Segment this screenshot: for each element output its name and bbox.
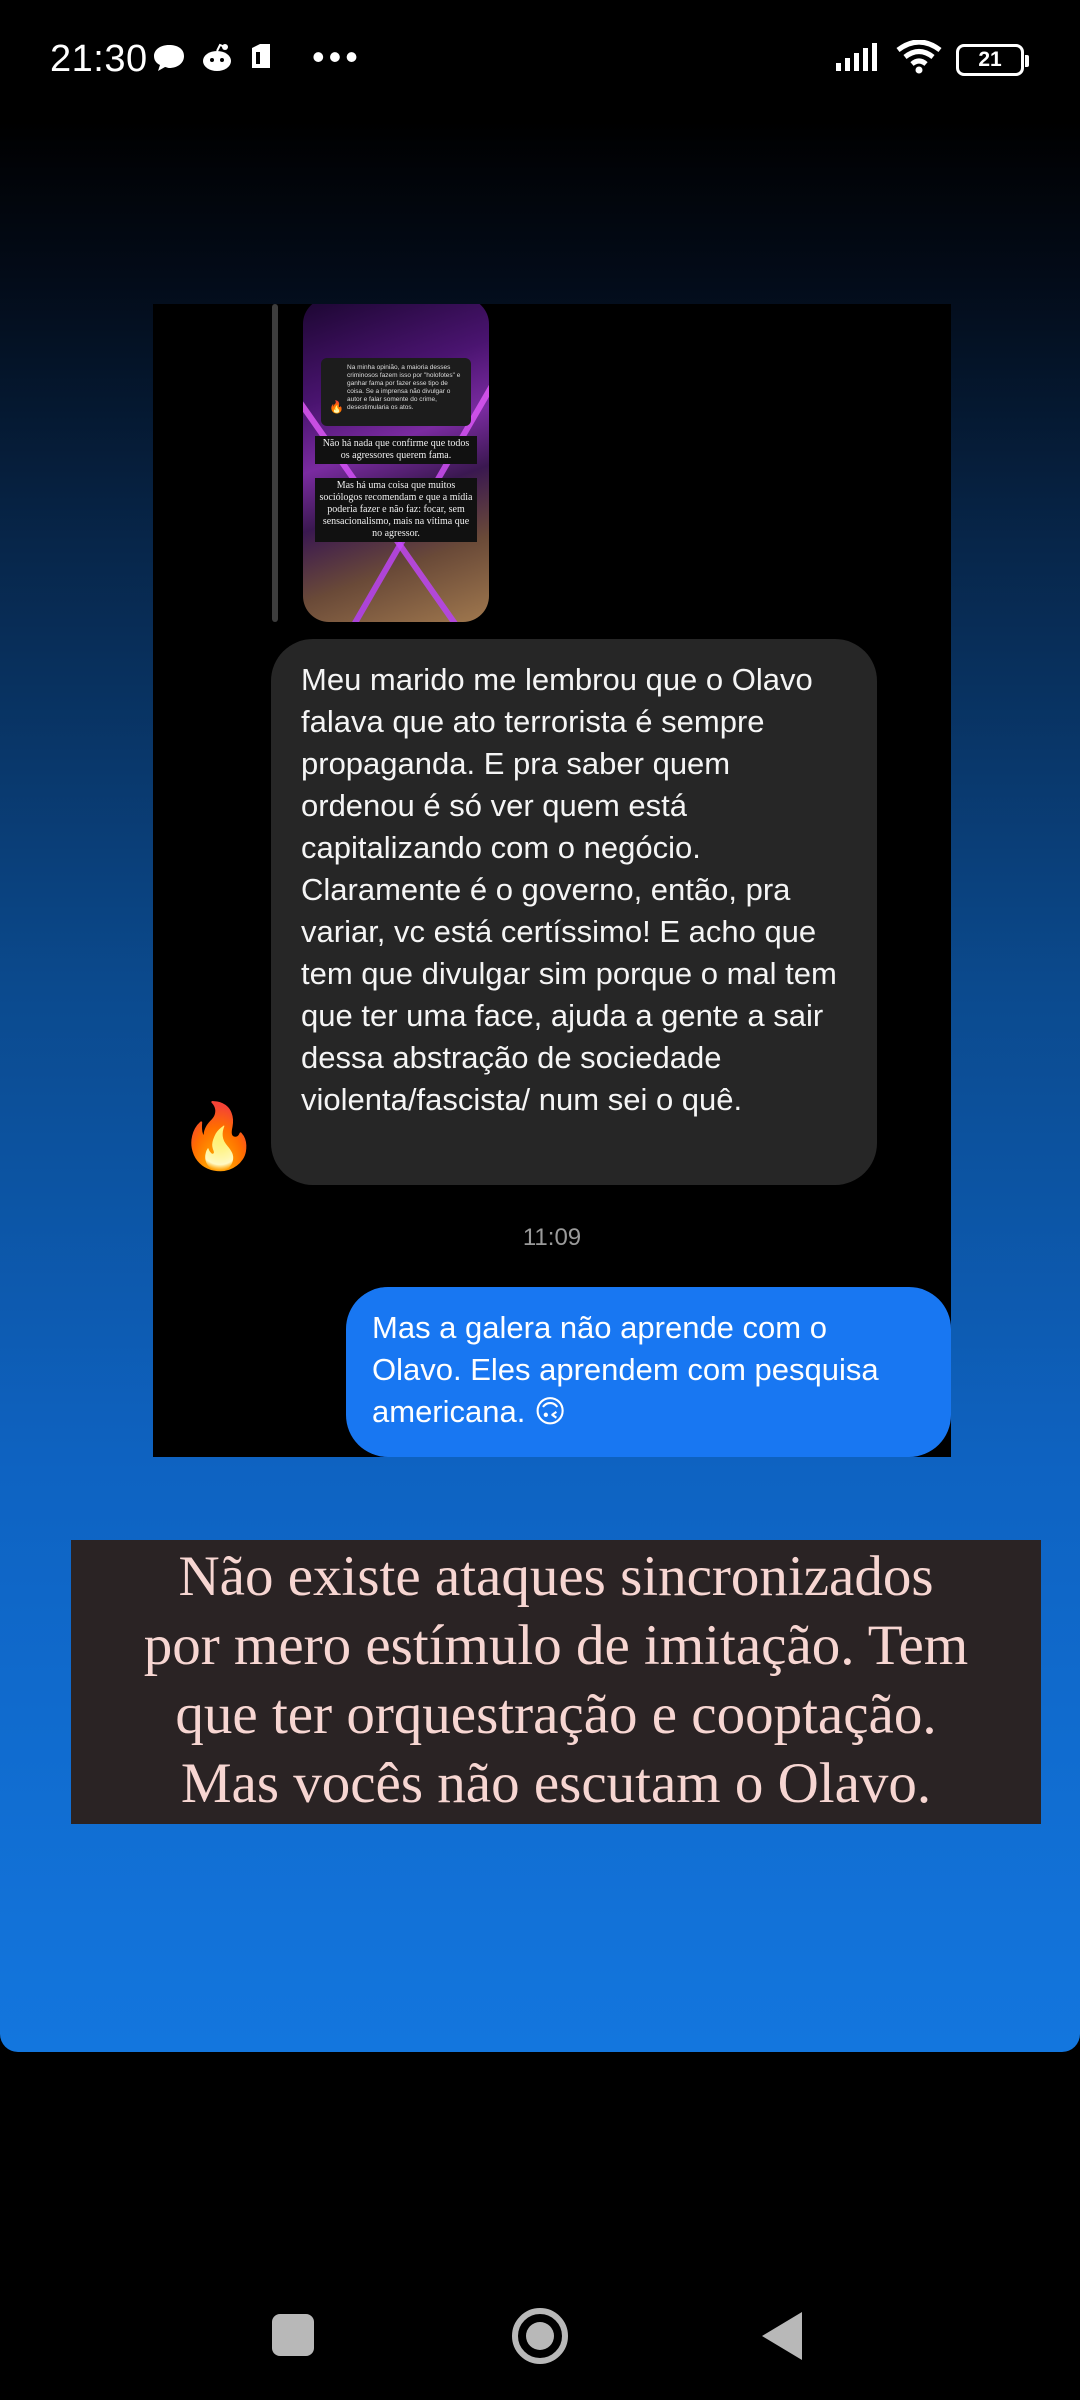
sim-card-icon xyxy=(248,42,274,79)
wifi-icon xyxy=(896,39,942,79)
caption-line: Não existe ataques sincronizados xyxy=(178,1545,934,1608)
message-timestamp: 11:09 xyxy=(522,1224,582,1251)
thumbnail-comment-card: 🔥 Na minha opinião, a maioria desses cri… xyxy=(321,358,471,426)
recents-button[interactable] xyxy=(272,2314,314,2356)
avatar[interactable]: 🔥 xyxy=(179,1104,259,1168)
story-reply-thumbnail[interactable]: 🔥 Na minha opinião, a maioria desses cri… xyxy=(303,304,489,622)
reddit-icon xyxy=(200,42,234,79)
caption-line: por mero estímulo de imitação. Tem xyxy=(143,1614,969,1677)
navigation-bar xyxy=(0,2280,1080,2400)
caption-line: que ter orquestração e cooptação. xyxy=(175,1683,937,1746)
status-bar: 21:30 ••• 21 xyxy=(0,0,1080,120)
battery-level: 21 xyxy=(978,47,1002,71)
more-notifications-icon: ••• xyxy=(312,36,362,77)
thumbnail-caption-1: Não há nada que confirme que todos os ag… xyxy=(315,436,477,464)
sent-message-bubble: Mas a galera não aprende com o Olavo. El… xyxy=(346,1287,951,1457)
thumbnail-caption-2: Mas há uma coisa que muitos sociólogos r… xyxy=(315,478,477,542)
reply-thread-line xyxy=(272,304,278,622)
chat-bubble-icon xyxy=(152,42,186,79)
caption-line: Mas vocês não escutam o Olavo. xyxy=(180,1752,932,1815)
system-status: 21 xyxy=(834,39,1029,79)
received-message-bubble: Meu marido me lembrou que o Olavo falava… xyxy=(271,639,877,1185)
clock: 21:30 xyxy=(50,38,148,80)
thumbnail-comment: Na minha opinião, a maioria desses crimi… xyxy=(347,364,461,411)
fire-emoji-icon: 🔥 xyxy=(329,400,344,414)
back-button[interactable] xyxy=(762,2312,802,2360)
story-caption: Não existe ataques sincronizados por mer… xyxy=(71,1540,1041,1824)
home-button[interactable] xyxy=(512,2308,568,2364)
chat-screenshot: 🔥 Na minha opinião, a maioria desses cri… xyxy=(153,304,951,1457)
signal-bars-icon xyxy=(834,41,882,78)
notification-icons xyxy=(152,42,274,79)
battery-icon: 21 xyxy=(956,43,1029,76)
story-canvas: 🔥 Na minha opinião, a maioria desses cri… xyxy=(0,120,1080,2052)
